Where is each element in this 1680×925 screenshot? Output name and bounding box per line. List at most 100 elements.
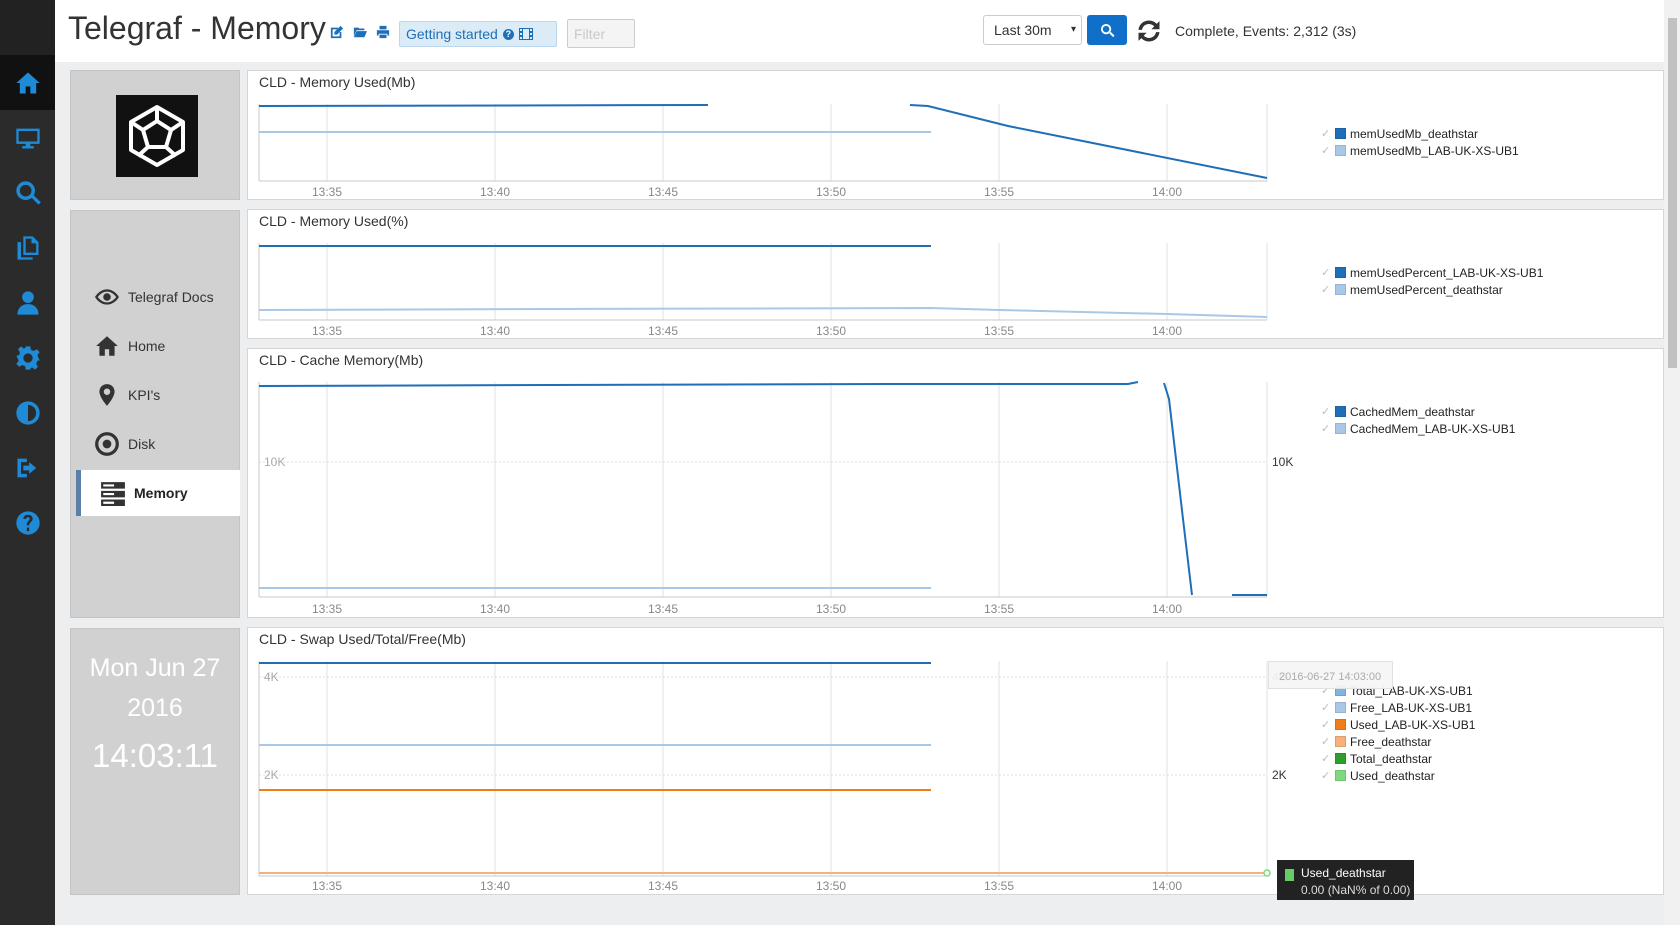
legend-swatch xyxy=(1335,702,1346,713)
edit-icon[interactable] xyxy=(330,25,344,39)
y-tick-right: 2K xyxy=(1272,768,1287,782)
getting-started-button[interactable]: Getting started ? xyxy=(399,21,557,47)
legend-item[interactable]: ✓ memUsedPercent_deathstar xyxy=(1321,281,1543,298)
time-range-value: Last 30m xyxy=(994,22,1052,38)
check-icon: ✓ xyxy=(1321,736,1331,748)
legend-item[interactable]: ✓ Used_deathstar xyxy=(1321,767,1475,784)
legend-swatch xyxy=(1335,736,1346,747)
logout-icon[interactable] xyxy=(0,440,55,495)
eye-icon xyxy=(95,289,119,305)
chevron-down-icon: ▾ xyxy=(1070,24,1076,35)
chart-memory-used-percent: CLD - Memory Used(%) 13:35 13:40 13:45 1… xyxy=(247,209,1664,339)
contrast-icon[interactable] xyxy=(0,385,55,440)
tooltip-value: 0.00 (NaN% of 0.00) xyxy=(1301,883,1411,897)
legend-swatch xyxy=(1335,423,1346,434)
x-tick: 13:40 xyxy=(480,324,510,338)
x-tick-labels: 13:35 13:40 13:45 13:50 13:55 14:00 xyxy=(312,602,1182,616)
film-icon xyxy=(518,28,533,40)
x-tick: 13:35 xyxy=(312,602,342,616)
y-tick-left: 10K xyxy=(264,455,285,469)
legend-swatch xyxy=(1335,284,1346,295)
user-icon[interactable] xyxy=(0,275,55,330)
check-icon: ✓ xyxy=(1321,267,1331,279)
x-tick: 13:35 xyxy=(312,185,342,199)
refresh-button[interactable] xyxy=(1135,17,1163,45)
legend-label: memUsedMb_LAB-UK-XS-UB1 xyxy=(1350,143,1519,158)
refresh-icon xyxy=(1138,20,1160,42)
legend-item[interactable]: ✓ memUsedMb_LAB-UK-XS-UB1 xyxy=(1321,142,1519,159)
y-tick-right: 10K xyxy=(1272,455,1293,469)
legend-swatch xyxy=(1335,719,1346,730)
legend-label: memUsedMb_deathstar xyxy=(1350,126,1479,141)
chart-legend: ✓ Total_LAB-UK-XS-UB1 ✓ Free_LAB-UK-XS-UB1… xyxy=(1321,682,1475,784)
menu-item-memory[interactable]: Memory xyxy=(76,470,240,516)
check-icon: ✓ xyxy=(1321,128,1331,140)
legend-item[interactable]: ✓ Total_deathstar xyxy=(1321,750,1475,767)
home-icon xyxy=(96,336,118,356)
x-tick: 13:35 xyxy=(312,879,342,893)
legend-item[interactable]: ✓ CachedMem_LAB-UK-XS-UB1 xyxy=(1321,420,1515,437)
title-tools xyxy=(330,25,390,39)
menu-item-label: Home xyxy=(128,338,166,354)
menu-item-home[interactable]: Home xyxy=(76,323,240,369)
clock-day: Mon Jun 27 xyxy=(89,654,221,682)
legend-item[interactable]: ✓ memUsedPercent_LAB-UK-XS-UB1 xyxy=(1321,264,1543,281)
folder-open-icon[interactable] xyxy=(353,25,367,39)
search-button[interactable] xyxy=(1087,15,1127,45)
menu-item-disk[interactable]: Disk xyxy=(76,421,240,467)
question-icon: ? xyxy=(502,28,514,40)
legend-label: Used_deathstar xyxy=(1350,768,1435,783)
legend-item[interactable]: ✓ Used_LAB-UK-XS-UB1 xyxy=(1321,716,1475,733)
check-icon: ✓ xyxy=(1321,702,1331,714)
page-scrollbar[interactable] xyxy=(1664,0,1680,925)
monitor-icon[interactable] xyxy=(0,110,55,165)
legend-swatch xyxy=(1335,406,1346,417)
gear-icon[interactable] xyxy=(0,330,55,385)
filter-input[interactable] xyxy=(567,19,635,48)
legend-swatch xyxy=(1335,770,1346,781)
menu-item-telegraf-docs[interactable]: Telegraf Docs xyxy=(76,274,240,320)
copy-icon[interactable] xyxy=(0,220,55,275)
clock-time: 14:03:11 xyxy=(91,737,218,774)
print-icon[interactable] xyxy=(376,25,390,39)
home-icon[interactable] xyxy=(0,55,55,110)
legend-item[interactable]: ✓ memUsedMb_deathstar xyxy=(1321,125,1519,142)
legend-label: memUsedPercent_LAB-UK-XS-UB1 xyxy=(1350,265,1544,280)
x-tick: 13:50 xyxy=(816,324,846,338)
status-text: Complete, Events: 2,312 (3s) xyxy=(1175,23,1357,39)
check-icon: ✓ xyxy=(1321,719,1331,731)
help-icon[interactable] xyxy=(0,495,55,550)
y-tick-left: 4K xyxy=(264,670,279,684)
map-marker-icon xyxy=(99,384,115,406)
server-icon xyxy=(101,482,125,506)
x-tick-labels: 13:35 13:40 13:45 13:50 13:55 14:00 xyxy=(312,185,1182,199)
tooltip-swatch xyxy=(1285,869,1294,881)
page-title: Telegraf - Memory xyxy=(68,10,326,46)
menu-item-kpis[interactable]: KPI's xyxy=(76,372,240,418)
logo xyxy=(116,95,198,177)
check-icon: ✓ xyxy=(1321,770,1331,782)
x-tick: 13:50 xyxy=(816,602,846,616)
x-tick: 13:50 xyxy=(816,879,846,893)
legend-label: Free_deathstar xyxy=(1350,734,1432,749)
check-icon: ✓ xyxy=(1321,284,1331,296)
x-tick: 13:55 xyxy=(984,185,1014,199)
legend-item[interactable]: ✓ Free_deathstar xyxy=(1321,733,1475,750)
scrollbar-thumb[interactable] xyxy=(1668,18,1677,368)
chart-legend: ✓ memUsedMb_deathstar ✓ memUsedMb_LAB-UK-X… xyxy=(1321,125,1519,159)
x-tick-labels: 13:35 13:40 13:45 13:50 13:55 14:00 xyxy=(312,879,1182,893)
tooltip-series: Used_deathstar xyxy=(1301,866,1386,880)
y-tick-left: 2K xyxy=(264,768,279,782)
x-tick: 13:45 xyxy=(648,324,678,338)
x-tick: 13:40 xyxy=(480,602,510,616)
legend-item[interactable]: ✓ CachedMem_deathstar xyxy=(1321,403,1515,420)
legend-item[interactable]: ✓ Free_LAB-UK-XS-UB1 xyxy=(1321,699,1475,716)
menu-item-label: Telegraf Docs xyxy=(128,289,214,305)
x-tick: 14:00 xyxy=(1152,185,1182,199)
time-range-select[interactable]: Last 30m ▾ xyxy=(983,15,1082,45)
menu-item-label: Memory xyxy=(134,485,188,501)
search-icon xyxy=(1100,23,1115,37)
legend-label: CachedMem_LAB-UK-XS-UB1 xyxy=(1350,421,1516,436)
legend-label: Total_deathstar xyxy=(1350,751,1433,766)
search-icon[interactable] xyxy=(0,165,55,220)
